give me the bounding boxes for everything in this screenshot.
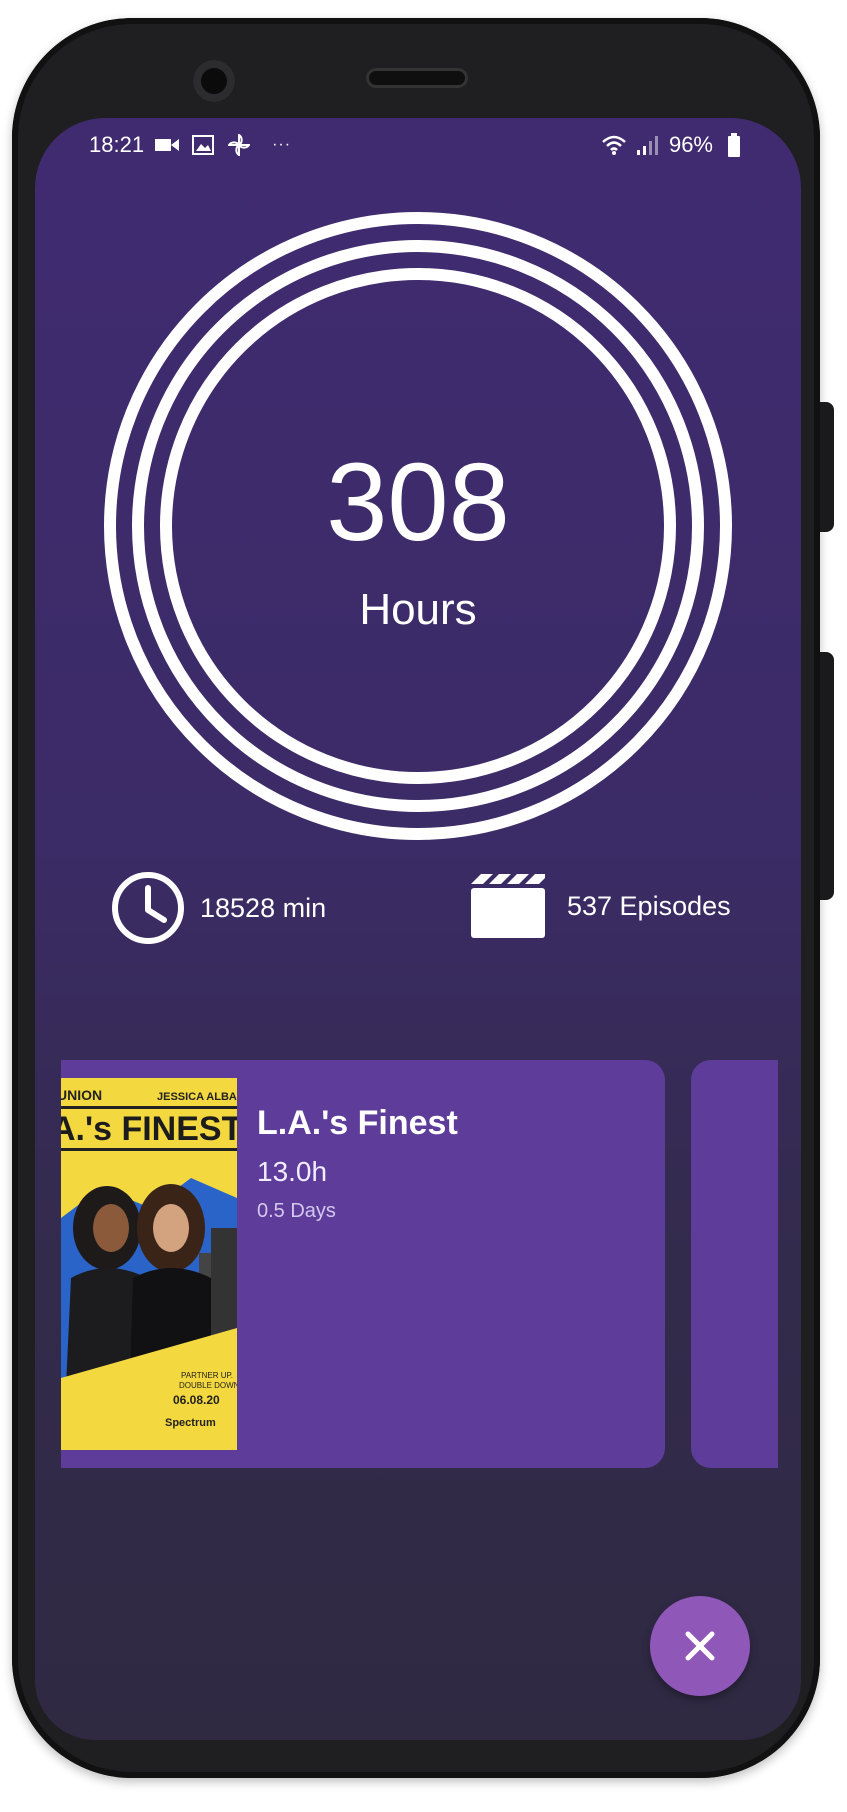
pinwheel-icon [226,134,252,156]
poster-tagline-1: PARTNER UP. [181,1371,233,1380]
earpiece-speaker [366,68,468,88]
shows-carousel[interactable]: UNION JESSICA ALBA A.'s FINEST PARTNER U… [61,1060,778,1468]
power-button [820,402,834,532]
status-left: 18:21 ··· [89,132,291,158]
poster-art: UNION JESSICA ALBA A.'s FINEST PARTNER U… [61,1078,237,1450]
battery-icon [721,133,747,157]
next-show-card[interactable] [691,1060,778,1468]
status-right: 96% [601,132,747,158]
battery-percent: 96% [668,132,713,157]
signal-icon [635,134,661,156]
volume-button [820,652,834,900]
show-title: L.A.'s Finest [257,1104,458,1142]
close-button[interactable] [650,1596,750,1696]
video-call-icon [154,134,180,156]
episodes-label: 537 Episodes [567,890,731,921]
show-days: 0.5 Days [257,1200,336,1222]
app-screen: 18:21 ··· 96% 308 Hours 18528 min 537 Ep… [35,118,801,1740]
poster-text-top-left: UNION [61,1087,102,1103]
poster-brand: Spectrum [165,1417,216,1429]
status-time: 18:21 [89,132,145,157]
gallery-icon [190,134,216,156]
front-camera [193,60,235,102]
episodes-stat: 537 Episodes [471,874,731,938]
poster-date: 06.08.20 [173,1393,220,1407]
poster-text-top-right: JESSICA ALBA [157,1091,237,1103]
show-card[interactable]: UNION JESSICA ALBA A.'s FINEST PARTNER U… [61,1060,665,1468]
wifi-icon [601,134,627,156]
more-notifications-icon: ··· [272,136,292,153]
close-icon [685,1631,715,1661]
status-bar: 18:21 ··· 96% [35,118,801,174]
show-poster: UNION JESSICA ALBA A.'s FINEST PARTNER U… [61,1078,237,1450]
minutes-label: 18528 min [200,892,327,923]
clock-icon [112,872,184,944]
poster-tagline-2: DOUBLE DOWN. [179,1381,237,1390]
clapperboard-icon [471,874,545,938]
total-hours-value: 308 [326,441,510,564]
show-hours: 13.0h [257,1156,328,1187]
poster-title: A.'s FINEST [61,1110,237,1148]
minutes-stat: 18528 min [110,870,326,946]
total-hours-unit: Hours [359,585,477,634]
